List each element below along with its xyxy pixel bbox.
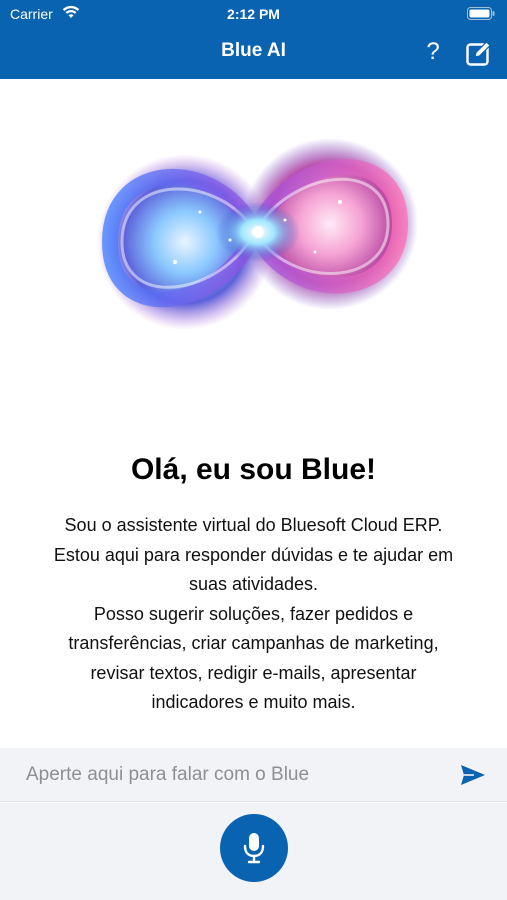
status-bar: Carrier 2:12 PM bbox=[0, 0, 507, 28]
message-input[interactable]: Aperte aqui para falar com o Blue bbox=[0, 748, 507, 802]
help-button[interactable]: ? bbox=[421, 38, 445, 66]
greeting-description: Sou o assistente virtual do Bluesoft Clo… bbox=[20, 511, 487, 718]
question-icon: ? bbox=[426, 38, 440, 65]
message-input-placeholder: Aperte aqui para falar com o Blue bbox=[26, 764, 310, 785]
status-time: 2:12 PM bbox=[227, 6, 280, 22]
infinity-nebula-logo bbox=[97, 138, 418, 330]
greeting-line: transferências, criar campanhas de marke… bbox=[68, 633, 439, 653]
battery-icon bbox=[467, 7, 495, 20]
greeting-line: suas atividades. bbox=[188, 574, 319, 594]
greeting-line: Posso sugerir soluções, fazer pedidos e bbox=[93, 603, 414, 624]
microphone-button[interactable] bbox=[220, 814, 288, 882]
greeting-line: revisar textos, redigir e-mails, apresen… bbox=[90, 662, 417, 683]
send-icon[interactable] bbox=[460, 764, 486, 786]
microphone-icon bbox=[243, 833, 265, 864]
greeting-title: Olá, eu sou Blue! bbox=[130, 453, 377, 486]
greeting-line: Estou aqui para responder dúvidas e te a… bbox=[53, 544, 454, 565]
app-header: Carrier 2:12 PM Blue AI ? bbox=[0, 0, 507, 79]
greeting-line: Sou o assistente virtual do Bluesoft Clo… bbox=[64, 515, 443, 535]
greeting-line: indicadores e muito mais. bbox=[151, 692, 356, 712]
compose-icon[interactable] bbox=[466, 40, 492, 66]
